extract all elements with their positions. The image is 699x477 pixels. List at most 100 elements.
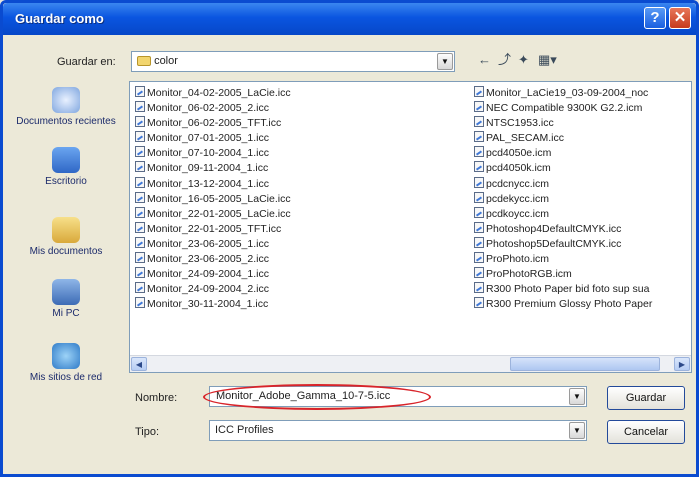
window-title: Guardar como [15,11,104,26]
icc-file-icon [135,267,145,279]
place-my-documents[interactable]: Mis documentos [11,217,121,257]
save-button[interactable]: Guardar [607,386,685,410]
list-item[interactable]: Monitor_09-11-2004_1.icc [135,161,291,176]
folder-icon [137,56,151,67]
list-item[interactable]: R300 Photo Paper bid foto sup sua [474,282,689,297]
icc-file-icon [474,191,484,203]
list-item[interactable]: pcd4050k.icm [474,161,689,176]
place-label: Escritorio [45,176,87,187]
list-item[interactable]: ProPhoto.icm [474,252,689,267]
save-in-label: Guardar en: [57,56,116,68]
list-item[interactable]: pcdcnycc.icm [474,176,689,192]
list-item[interactable]: Monitor_16-05-2005_LaCie.icc [135,191,291,207]
list-item[interactable]: Monitor_24-09-2004_2.icc [135,282,291,297]
list-item[interactable]: pcdekycc.icm [474,191,689,207]
icc-file-icon [474,176,484,188]
file-list[interactable]: Monitor_04-02-2005_LaCie.icc Monitor_06-… [129,81,692,373]
place-network[interactable]: Mis sitios de red [11,343,121,383]
my-computer-icon [52,279,80,305]
up-folder-icon[interactable]: ⤴ [498,52,511,68]
list-item[interactable]: Monitor_22-01-2005_LaCie.icc [135,206,291,222]
list-item[interactable]: pcdkoycc.icm [474,206,689,222]
list-item[interactable]: Monitor_06-02-2005_TFT.icc [135,116,291,131]
icc-file-icon [474,131,484,143]
list-item[interactable]: NEC Compatible 9300K G2.2.icm [474,101,689,116]
list-item[interactable]: Monitor_06-02-2005_2.icc [135,101,291,116]
place-label: Mis documentos [29,246,103,257]
icc-file-icon [474,252,484,264]
list-item[interactable]: Monitor_13-12-2004_1.icc [135,176,291,192]
icc-file-icon [474,101,484,113]
list-item[interactable]: Monitor_24-09-2004_1.icc [135,267,291,282]
toolbar: ← ⤴ ✦ ▦▾ [478,52,568,70]
chevron-down-icon[interactable]: ▼ [437,53,453,70]
filetype-combo[interactable]: ICC Profiles ▼ [209,420,587,441]
icc-file-icon [135,131,145,143]
place-recent[interactable]: Documentos recientes [11,87,121,127]
help-button[interactable]: ? [644,7,666,29]
list-item[interactable]: Photoshop5DefaultCMYK.icc [474,236,689,252]
view-menu-icon[interactable]: ▦▾ [538,52,557,68]
network-places-icon [52,343,80,369]
icc-file-icon [474,267,484,279]
file-column-right: Monitor_LaCie19_03-09-2004_noc NEC Compa… [474,86,689,312]
list-item[interactable]: NTSC1953.icc [474,116,689,131]
new-folder-icon[interactable]: ✦ [518,52,529,68]
save-in-value: color [154,55,178,67]
icc-file-icon [135,252,145,264]
list-item[interactable]: Monitor_07-10-2004_1.icc [135,146,291,161]
icc-file-icon [474,146,484,158]
title-bar[interactable]: Guardar como ? ✕ [3,3,696,35]
icc-file-icon [474,86,484,97]
icc-file-icon [474,206,484,218]
save-in-combo[interactable]: color ▼ [131,51,455,72]
list-item[interactable]: R300 Premium Glossy Photo Paper [474,297,689,312]
icc-file-icon [474,282,484,294]
list-item[interactable]: Monitor_22-01-2005_TFT.icc [135,221,291,237]
list-item[interactable]: Photoshop4DefaultCMYK.icc [474,221,689,237]
filetype-value: ICC Profiles [215,424,274,436]
scroll-right-icon[interactable]: ▶ [674,357,690,371]
icc-file-icon [135,86,145,97]
back-arrow-icon[interactable]: ← [478,52,491,68]
list-item[interactable]: Monitor_23-06-2005_2.icc [135,252,291,267]
icc-file-icon [135,221,145,233]
icc-file-icon [135,236,145,248]
icc-file-icon [474,221,484,233]
desktop-icon [52,147,80,173]
icc-file-icon [135,297,145,309]
close-button[interactable]: ✕ [669,7,691,29]
list-item[interactable]: Monitor_04-02-2005_LaCie.icc [135,86,291,101]
list-item[interactable]: ProPhotoRGB.icm [474,267,689,282]
scroll-thumb[interactable] [510,357,660,371]
save-as-dialog: Guardar como ? ✕ Guardar en: color ▼ ← ⤴… [0,0,699,477]
place-my-computer[interactable]: Mi PC [11,279,121,319]
icc-file-icon [474,236,484,248]
place-desktop[interactable]: Escritorio [11,147,121,187]
icc-file-icon [135,176,145,188]
list-item[interactable]: PAL_SECAM.icc [474,131,689,146]
filename-highlight [203,384,431,410]
scroll-left-icon[interactable]: ◀ [131,357,147,371]
list-item[interactable]: Monitor_23-06-2005_1.icc [135,236,291,252]
chevron-down-icon[interactable]: ▼ [569,388,585,405]
icc-file-icon [135,161,145,173]
icc-file-icon [135,282,145,294]
horizontal-scrollbar[interactable]: ◀ ▶ [130,355,691,372]
place-label: Mi PC [52,308,80,319]
place-label: Documentos recientes [16,116,116,127]
recent-documents-icon [52,87,80,113]
cancel-button[interactable]: Cancelar [607,420,685,444]
icc-file-icon [135,191,145,203]
my-documents-icon [52,217,80,243]
filename-label: Nombre: [135,392,178,404]
icc-file-icon [135,206,145,218]
list-item[interactable]: Monitor_30-11-2004_1.icc [135,297,291,312]
list-item[interactable]: pcd4050e.icm [474,146,689,161]
icc-file-icon [474,297,484,309]
list-item[interactable]: Monitor_07-01-2005_1.icc [135,131,291,146]
list-item[interactable]: Monitor_LaCie19_03-09-2004_noc [474,86,689,101]
icc-file-icon [135,116,145,128]
file-column-left: Monitor_04-02-2005_LaCie.icc Monitor_06-… [135,86,291,312]
chevron-down-icon[interactable]: ▼ [569,422,585,439]
